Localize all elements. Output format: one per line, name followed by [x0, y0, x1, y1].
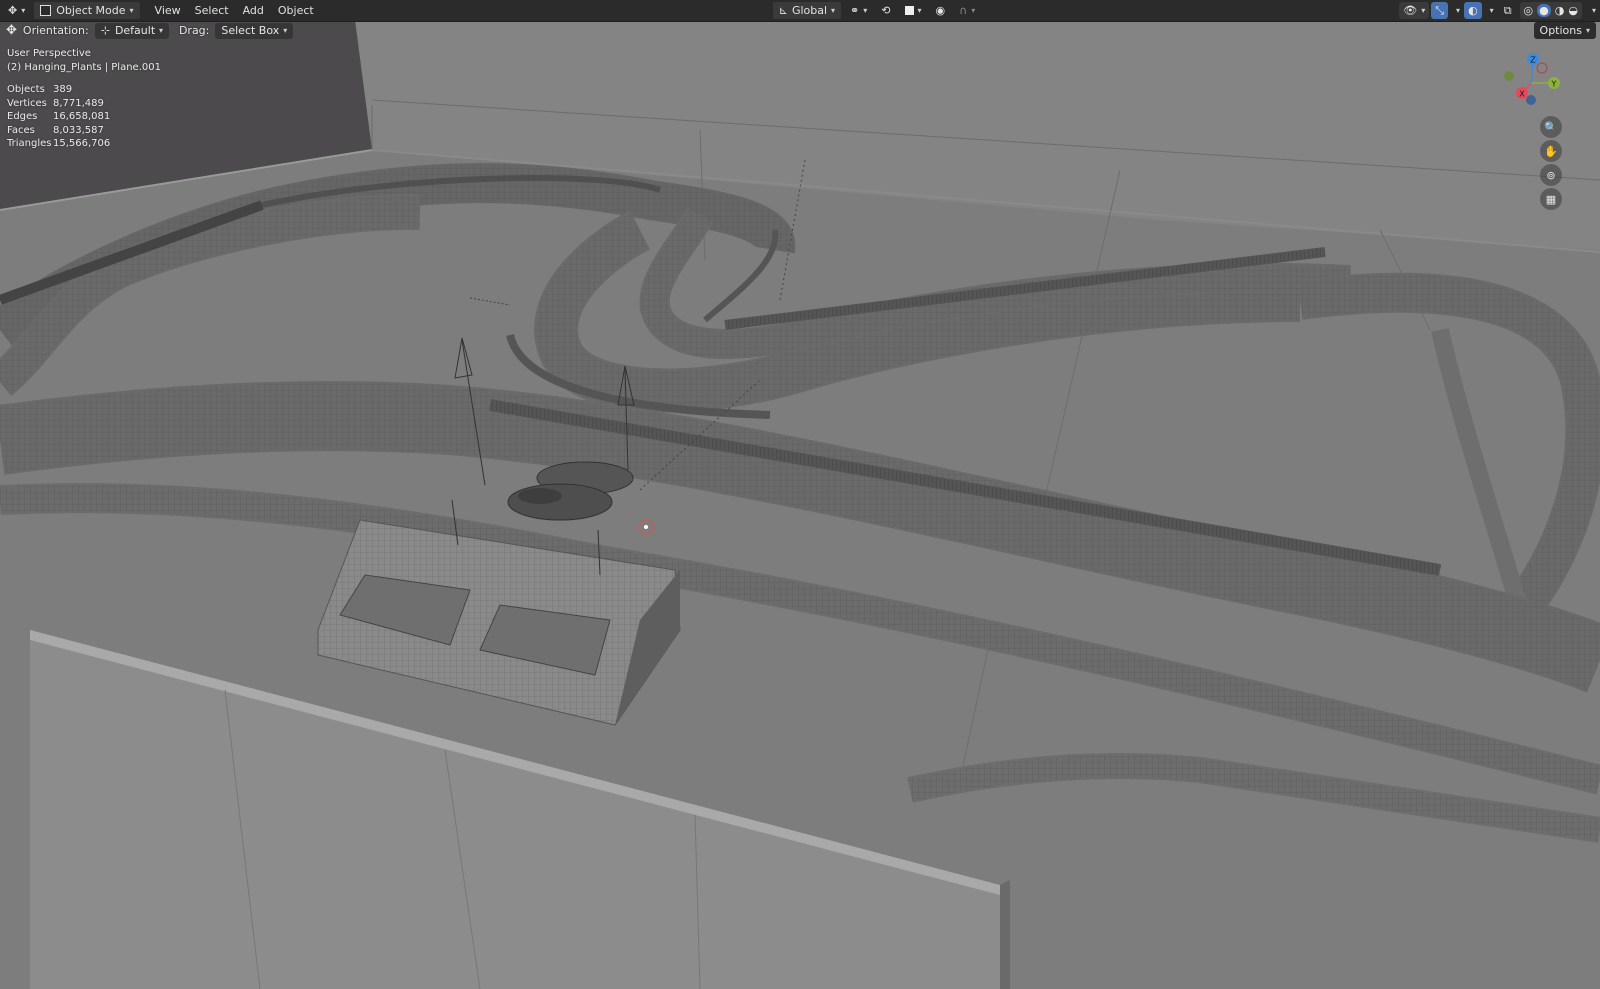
- shading-group: ◎ ● ◑ ◒: [1519, 2, 1582, 19]
- stat-label: Faces: [7, 124, 35, 136]
- pivot-point-button[interactable]: ⚭ ▾: [844, 2, 873, 19]
- camera-icon: ⊚: [1546, 168, 1556, 182]
- chevron-down-icon: ▾: [129, 6, 134, 15]
- 3d-viewport[interactable]: [0, 0, 1600, 989]
- perspective-toggle-button[interactable]: ▦: [1540, 188, 1562, 210]
- stat-label: Edges: [7, 111, 38, 122]
- wireframe-shading-icon[interactable]: ◎: [1524, 4, 1534, 17]
- gizmo-neg-z-axis[interactable]: [1526, 95, 1536, 105]
- chevron-down-icon: ▾: [917, 6, 922, 15]
- stat-value: 8,771,489: [53, 97, 104, 109]
- gizmo-dropdown[interactable]: ▾: [1450, 2, 1462, 19]
- orientation-dropdown[interactable]: ⊹ Default ▾: [94, 22, 169, 39]
- magnet-icon: ⟲: [881, 4, 891, 17]
- falloff-dropdown[interactable]: ∩ ▾: [953, 2, 981, 19]
- gizmo-neg-x-axis[interactable]: [1536, 62, 1548, 74]
- menu-add[interactable]: Add: [237, 2, 270, 19]
- pan-button[interactable]: ✋: [1540, 140, 1562, 162]
- chevron-down-icon: ▾: [831, 6, 836, 15]
- orientation-axes-icon: ⊾: [778, 4, 788, 17]
- orientation-label: Orientation:: [22, 24, 89, 37]
- stat-value: 15,566,706: [53, 138, 111, 149]
- link-icon: ⚭: [850, 4, 860, 17]
- overlays-icon: ◐: [1468, 4, 1478, 17]
- editor-type-button[interactable]: ✥ ▾: [2, 2, 31, 19]
- drag-value: Select Box: [221, 24, 280, 37]
- proportional-edit-icon: ◉: [935, 4, 946, 17]
- object-mode-icon: [40, 5, 52, 16]
- eye-icon: 👁: [1403, 4, 1418, 17]
- visibility-dropdown[interactable]: 👁 ▾: [1399, 2, 1430, 19]
- mode-label: Object Mode: [56, 4, 126, 17]
- mode-dropdown[interactable]: Object Mode ▾: [33, 1, 141, 20]
- chevron-down-icon: ▾: [1585, 26, 1590, 35]
- view-name: User Perspective: [7, 48, 91, 59]
- navigation-gizmo[interactable]: Y Z X: [1496, 48, 1566, 118]
- xray-icon: ⧉: [1503, 3, 1512, 17]
- gizmo-toggle[interactable]: ⤡: [1431, 2, 1449, 19]
- snap-target-dropdown[interactable]: ▾: [899, 2, 928, 19]
- camera-view-button[interactable]: ⊚: [1540, 164, 1562, 186]
- chevron-down-icon: ▾: [158, 26, 163, 35]
- zoom-button[interactable]: 🔍: [1540, 116, 1562, 138]
- gizmo-z-label: Z: [1530, 56, 1536, 65]
- gizmo-icon: ⤡: [1435, 3, 1445, 17]
- stat-row: Edges 16,658,081: [7, 110, 161, 124]
- xray-toggle[interactable]: ⧉: [1498, 2, 1518, 19]
- proportional-edit-toggle[interactable]: ◉: [930, 2, 952, 19]
- overlays-toggle[interactable]: ◐: [1464, 2, 1482, 19]
- stat-value: 16,658,081: [53, 111, 111, 122]
- gizmo-y-label: Y: [1551, 80, 1557, 89]
- gizmo-neg-y-axis[interactable]: [1504, 71, 1514, 81]
- grid-icon: ▦: [1545, 192, 1557, 206]
- gizmo-x-label: X: [1519, 90, 1525, 99]
- chevron-down-icon: ▾: [1591, 6, 1596, 15]
- active-object-name: (2) Hanging_Plants | Plane.001: [7, 62, 161, 73]
- material-shading-icon[interactable]: ◑: [1555, 4, 1565, 17]
- stat-value: 8,033,587: [53, 124, 104, 136]
- transform-orientation-label: Global: [791, 4, 828, 17]
- transform-orientation-dropdown[interactable]: ⊾ Global ▾: [771, 1, 843, 20]
- chevron-down-icon: ▾: [1489, 6, 1494, 15]
- chevron-down-icon: ▾: [971, 6, 976, 15]
- viewport-text-overlay: User Perspective (2) Hanging_Plants | Pl…: [7, 47, 161, 151]
- chevron-down-icon: ▾: [21, 6, 26, 15]
- options-label: Options: [1539, 24, 1582, 37]
- chevron-down-icon: ▾: [1421, 6, 1426, 15]
- stat-value: 389: [53, 84, 73, 95]
- stat-row: Faces 8,033,587: [7, 124, 161, 138]
- hand-icon: ✋: [1544, 144, 1558, 158]
- rendered-shading-icon[interactable]: ◒: [1568, 4, 1578, 17]
- overlays-dropdown[interactable]: ▾: [1484, 2, 1496, 19]
- menu-object[interactable]: Object: [272, 2, 320, 19]
- drag-label: Drag:: [178, 24, 210, 37]
- menu-view[interactable]: View: [149, 2, 187, 19]
- stat-row: Vertices 8,771,489: [7, 97, 161, 111]
- snap-toggle[interactable]: ⟲: [875, 2, 896, 19]
- chevron-down-icon: ▾: [283, 26, 288, 35]
- stat-label: Objects: [7, 84, 45, 95]
- shading-dropdown[interactable]: ▾: [1584, 2, 1600, 19]
- stat-row: Objects 389: [7, 83, 161, 97]
- options-button[interactable]: Options ▾: [1533, 22, 1596, 39]
- drag-dropdown[interactable]: Select Box ▾: [215, 22, 294, 39]
- stat-row: Triangles 15,566,706: [7, 137, 161, 151]
- menu-select[interactable]: Select: [189, 2, 235, 19]
- viewport-header: ✥ ▾ Object Mode ▾ View Select Add Object …: [0, 0, 1600, 22]
- stat-label: Triangles: [7, 138, 52, 149]
- scene-statistics: Objects 389 Vertices 8,771,489 Edges 16,658…: [7, 83, 161, 151]
- transform-tool-icon[interactable]: ✥: [6, 23, 17, 38]
- chevron-down-icon: ▾: [1456, 6, 1461, 15]
- orientation-icon: ⊹: [100, 24, 110, 37]
- falloff-curve-icon: ∩: [959, 4, 968, 17]
- orientation-value: Default: [114, 24, 156, 37]
- square-snap-icon: [904, 6, 914, 15]
- axis-gizmo-icon: ✥: [8, 4, 18, 17]
- magnifier-icon: 🔍: [1544, 120, 1558, 134]
- chevron-down-icon: ▾: [863, 6, 868, 15]
- solid-shading-icon[interactable]: ●: [1537, 4, 1551, 17]
- tool-settings-bar: ✥ Orientation: ⊹ Default ▾ Drag: Select …: [0, 21, 303, 40]
- stat-label: Vertices: [7, 97, 47, 109]
